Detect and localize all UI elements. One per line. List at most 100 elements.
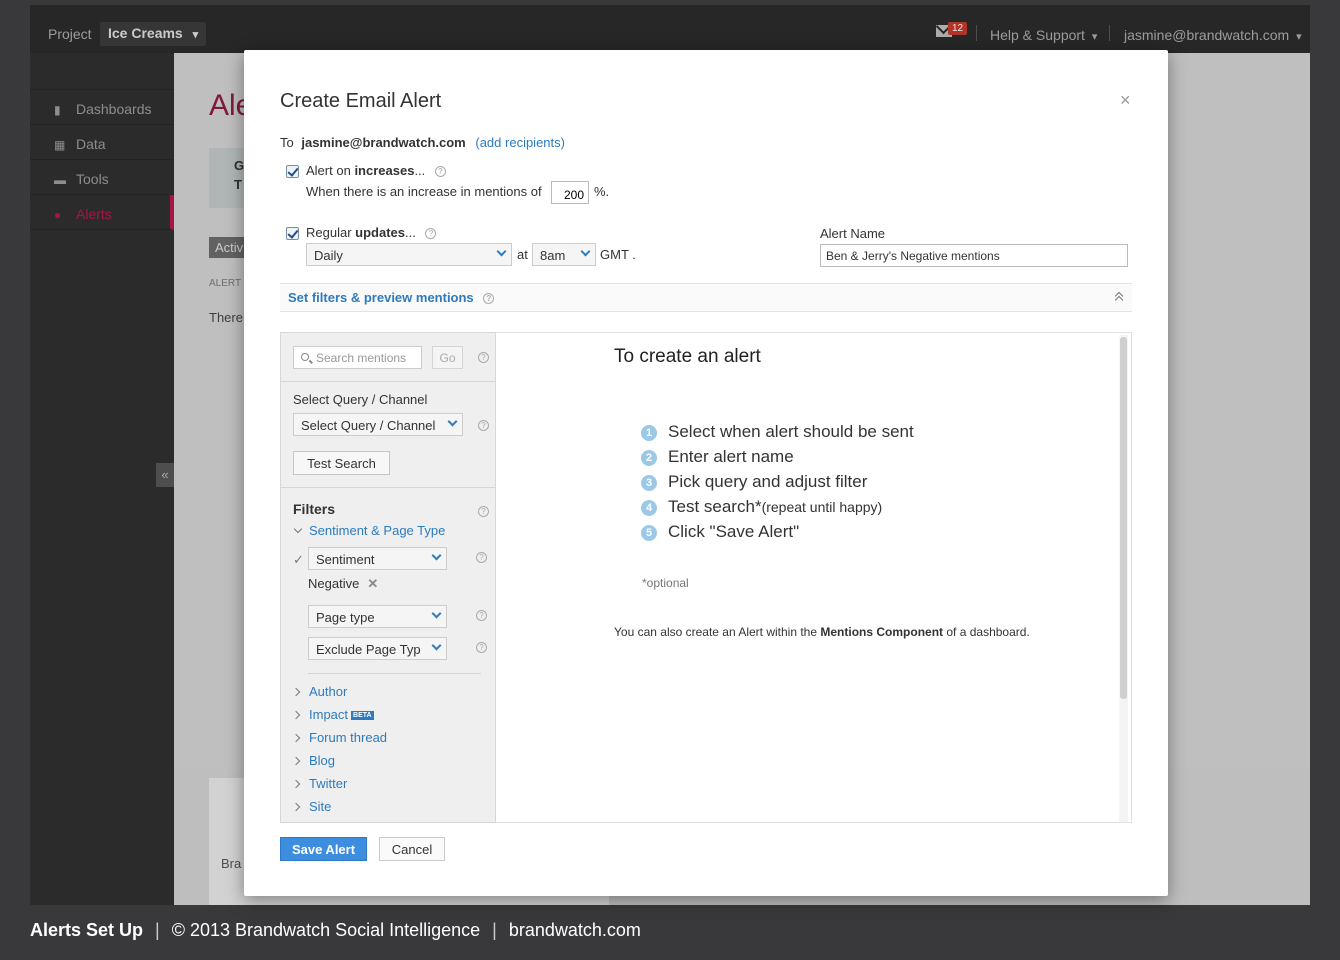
help-icon[interactable]: ? — [478, 506, 489, 517]
test-search-button[interactable]: Test Search — [293, 451, 390, 475]
note-text: You can also create an Alert within the — [614, 625, 818, 639]
negative-filter-tag: Negative ✕ — [308, 576, 378, 592]
step-number: 2 — [641, 450, 657, 466]
page-type-value: Page type — [316, 610, 375, 625]
chevron-right-icon — [291, 733, 301, 743]
alert-name-input[interactable] — [820, 244, 1128, 267]
recipients-row: To jasmine@brandwatch.com (add recipient… — [280, 135, 565, 150]
recipient-email: jasmine@brandwatch.com — [301, 135, 466, 150]
sentiment-select[interactable]: Sentiment — [308, 547, 447, 570]
search-input[interactable]: Search mentions — [293, 346, 422, 369]
step-item: 4 Test search*(repeat until happy) — [641, 497, 914, 522]
filter-blog[interactable]: Blog — [291, 753, 336, 768]
filter-label: Blog — [309, 753, 336, 768]
percent-label: %. — [594, 184, 610, 199]
chevron-down-icon — [496, 246, 507, 257]
step-text: Test search — [668, 497, 755, 516]
add-recipients-link[interactable]: (add recipients) — [475, 135, 565, 150]
beta-badge: BETA — [351, 711, 374, 721]
help-icon[interactable]: ? — [425, 228, 437, 240]
filters-heading: Filters — [293, 501, 336, 517]
filters-preview-toggle[interactable]: Set filters & preview mentions ? — [280, 283, 1132, 312]
remove-icon[interactable]: ✕ — [367, 576, 378, 591]
mentions-component-note: You can also create an Alert within the … — [614, 623, 1034, 641]
alert-name-label: Alert Name — [820, 226, 886, 241]
ellipsis-text: ... — [405, 225, 416, 240]
step-item: 2 Enter alert name — [641, 447, 914, 472]
search-icon — [301, 353, 309, 361]
timezone-label: GMT . — [600, 247, 636, 262]
select-query-label: Select Query / Channel — [293, 392, 428, 407]
cancel-button[interactable]: Cancel — [379, 837, 445, 861]
filter-label: Forum thread — [309, 730, 388, 745]
step-text: Pick query and adjust filter — [668, 472, 868, 491]
page-type-select[interactable]: Page type — [308, 605, 447, 628]
at-label: at — [517, 247, 528, 262]
scrollbar-thumb[interactable] — [1120, 337, 1127, 699]
help-icon[interactable]: ? — [478, 352, 489, 363]
alert-on-increases-checkbox[interactable] — [286, 165, 299, 178]
filter-forum-thread[interactable]: Forum thread — [291, 730, 388, 745]
help-icon[interactable]: ? — [483, 293, 495, 305]
caption-site: brandwatch.com — [508, 920, 641, 940]
help-icon[interactable]: ? — [434, 166, 446, 178]
query-channel-value: Select Query / Channel — [301, 418, 436, 433]
frequency-value: Daily — [314, 248, 343, 263]
divider: | — [492, 920, 497, 940]
chevron-right-icon — [291, 756, 301, 766]
alert-on-increases-label: Alert on increases... ? — [306, 163, 446, 178]
step-item: 5 Click "Save Alert" — [641, 522, 914, 547]
chevron-right-icon — [291, 802, 301, 812]
updates-text: updates — [355, 225, 405, 240]
step-number: 5 — [641, 525, 657, 541]
chevron-right-icon — [291, 687, 301, 697]
help-icon[interactable]: ? — [476, 642, 487, 653]
negative-label: Negative — [308, 576, 360, 591]
help-icon[interactable]: ? — [478, 420, 489, 431]
filter-label: Site — [309, 799, 332, 814]
divider — [281, 487, 495, 488]
note-text: of a dashboard. — [946, 625, 1030, 639]
query-channel-select[interactable]: Select Query / Channel — [293, 413, 463, 436]
regular-text: Regular — [306, 225, 352, 240]
instructions-steps: 1 Select when alert should be sent 2 Enter… — [641, 422, 914, 547]
chevron-right-icon — [291, 710, 301, 720]
step-item: 1 Select when alert should be sent — [641, 422, 914, 447]
help-icon[interactable]: ? — [476, 552, 487, 563]
go-button[interactable]: Go — [432, 346, 463, 369]
filter-twitter[interactable]: Twitter — [291, 776, 347, 791]
divider: | — [155, 920, 160, 940]
time-value: 8am — [540, 248, 566, 263]
increase-percentage-input[interactable] — [551, 181, 589, 204]
instructions-panel: To create an alert 1 Select when alert sh… — [496, 332, 1132, 823]
time-select[interactable]: 8am — [532, 243, 596, 266]
filter-panel: Search mentions Go ? Select Query / Chan… — [280, 332, 496, 823]
sentiment-value: Sentiment — [316, 552, 375, 567]
frequency-select[interactable]: Daily — [306, 243, 512, 266]
regular-updates-checkbox[interactable] — [286, 227, 299, 240]
filter-impact[interactable]: Impact BETA — [291, 707, 374, 722]
filter-author[interactable]: Author — [291, 684, 347, 699]
regular-updates-label: Regular updates... ? — [306, 225, 437, 240]
step-number: 1 — [641, 425, 657, 441]
caption-footer: Alerts Set Up | © 2013 Brandwatch Social I… — [30, 920, 641, 941]
chevron-down-icon — [580, 246, 591, 257]
save-alert-button[interactable]: Save Alert — [280, 837, 367, 861]
close-icon[interactable]: × — [1120, 90, 1131, 111]
divider — [281, 381, 495, 382]
exclude-page-type-select[interactable]: Exclude Page Typ — [308, 637, 447, 660]
caption-copyright: © 2013 Brandwatch Social Intelligence — [171, 920, 481, 940]
dialog-title: Create Email Alert — [280, 90, 442, 112]
step-number: 4 — [641, 500, 657, 516]
sentiment-page-type-toggle[interactable]: Sentiment & Page Type — [293, 523, 445, 538]
sentiment-page-type-label: Sentiment & Page Type — [309, 523, 446, 538]
help-icon[interactable]: ? — [476, 610, 487, 621]
optional-note: *optional — [642, 576, 689, 590]
caption-title: Alerts Set Up — [30, 920, 144, 940]
filter-site[interactable]: Site — [291, 799, 332, 814]
chevron-down-icon — [447, 416, 458, 427]
increases-text: increases — [354, 163, 415, 178]
note-bold-text: Mentions Component — [820, 625, 944, 639]
chevron-down-icon — [431, 550, 442, 561]
search-placeholder: Search mentions — [316, 351, 407, 365]
